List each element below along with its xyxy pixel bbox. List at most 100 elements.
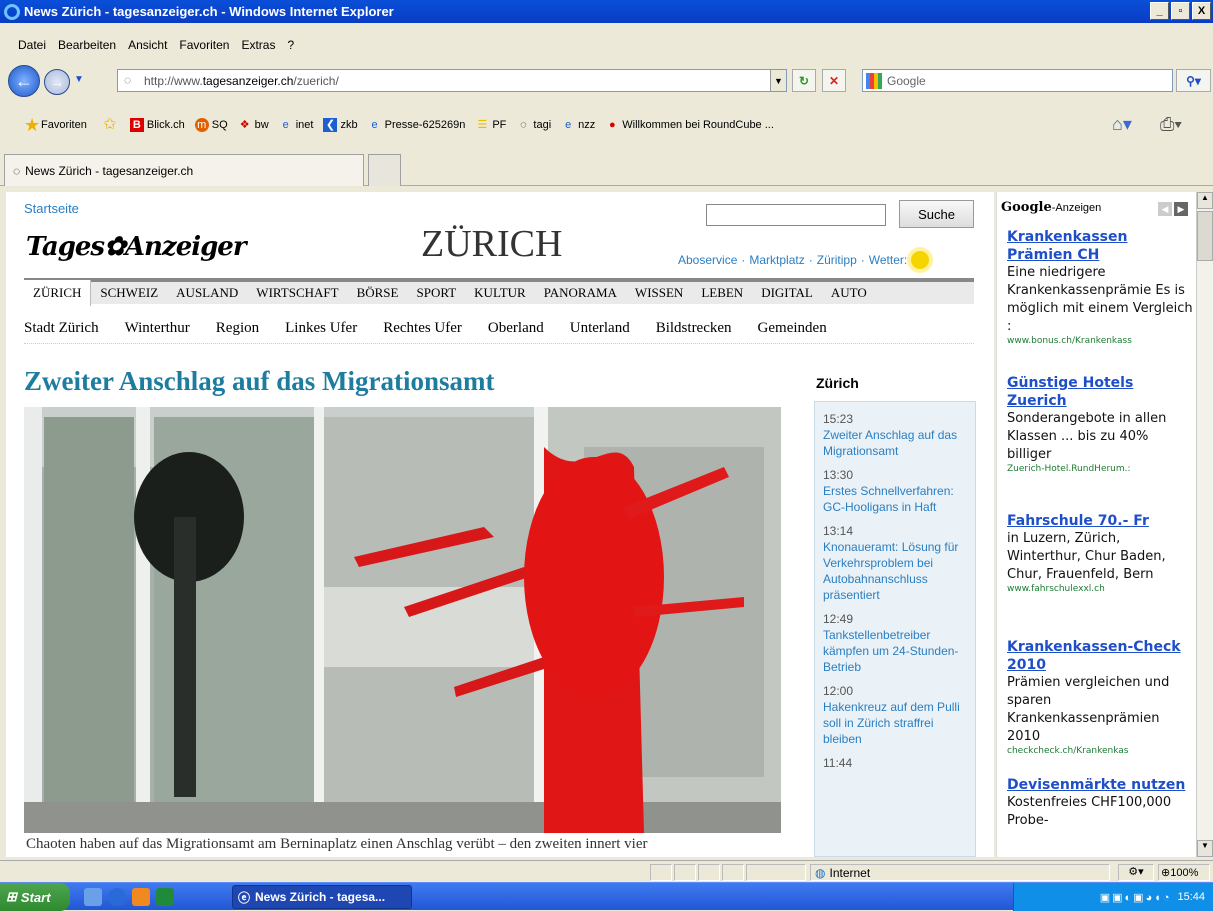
nav-schweiz[interactable]: SCHWEIZ xyxy=(91,285,167,301)
search-button[interactable]: ⚲▾ xyxy=(1176,69,1211,92)
address-input[interactable]: ◌ http://www. tagesanzeiger.ch/zuerich/ ▼ xyxy=(117,69,787,92)
protected-mode-icon[interactable]: ⚙▾ xyxy=(1118,864,1154,881)
favorites-button[interactable]: ★ Favoriten xyxy=(24,116,87,134)
ad-title[interactable]: Krankenkassen-Check 2010 xyxy=(1007,638,1193,674)
stop-button[interactable]: ✕ xyxy=(822,69,846,92)
nav-ausland[interactable]: AUSLAND xyxy=(167,285,247,301)
menu-datei[interactable]: Datei xyxy=(12,38,52,52)
menu-favoriten[interactable]: Favoriten xyxy=(173,38,235,52)
ticker-headline[interactable]: Tankstellenbetreiber kämpfen um 24-Stund… xyxy=(823,627,967,675)
nav-boerse[interactable]: BÖRSE xyxy=(348,285,408,301)
nav-zuerich[interactable]: ZÜRICH xyxy=(24,280,92,306)
ad-url[interactable]: www.bonus.ch/Krankenkass xyxy=(1007,336,1193,346)
subnav-region[interactable]: Region xyxy=(216,320,259,337)
fav-link-inet[interactable]: e inet xyxy=(279,118,314,132)
ticker-item[interactable]: 13:30 Erstes Schnellverfahren: GC-Hooliga… xyxy=(823,468,967,515)
search-input[interactable]: Google xyxy=(862,69,1173,92)
ad-item[interactable]: Devisenmärkte nutzen Kostenfreies CHF100… xyxy=(1007,776,1193,830)
back-button[interactable]: ← xyxy=(8,65,40,97)
marktplatz-link[interactable]: Marktplatz xyxy=(749,253,804,267)
wetter-link[interactable]: Wetter: xyxy=(869,253,907,267)
ad-item[interactable]: Krankenkassen Prämien CH Eine niedrigere… xyxy=(1007,228,1193,346)
fav-link-nzz[interactable]: e nzz xyxy=(561,118,595,132)
subnav-rechtes-ufer[interactable]: Rechtes Ufer xyxy=(383,320,462,337)
nav-wissen[interactable]: WISSEN xyxy=(626,285,692,301)
fav-link-roundcube[interactable]: ● Willkommen bei RoundCube ... xyxy=(605,118,774,132)
tages-anzeiger-logo[interactable]: Tages✿Anzeiger xyxy=(26,232,247,262)
menu-bearbeiten[interactable]: Bearbeiten xyxy=(52,38,122,52)
fav-link-bw[interactable]: ❖ bw xyxy=(238,118,269,132)
quicklaunch-ie-icon[interactable] xyxy=(108,888,126,906)
zueritipp-link[interactable]: Züritipp xyxy=(817,253,857,267)
ads-next-icon[interactable]: ▶ xyxy=(1174,202,1188,216)
suche-button[interactable]: Suche xyxy=(899,200,974,228)
ad-url[interactable]: checkcheck.ch/Krankenkas xyxy=(1007,746,1193,756)
home-icon[interactable]: ⌂▾ xyxy=(1112,114,1132,135)
nav-sport[interactable]: SPORT xyxy=(407,285,465,301)
security-zone[interactable]: ◍ Internet xyxy=(810,864,1110,881)
subnav-winterthur[interactable]: Winterthur xyxy=(125,320,190,337)
ad-item[interactable]: Fahrschule 70.- Fr in Luzern, Zürich, Wi… xyxy=(1007,512,1193,594)
fav-link-presse[interactable]: e Presse-625269n xyxy=(368,118,466,132)
ad-url[interactable]: www.fahrschulexxl.ch xyxy=(1007,584,1193,594)
subnav-oberland[interactable]: Oberland xyxy=(488,320,544,337)
ticker-headline[interactable]: Hakenkreuz auf dem Pulli soll in Zürich … xyxy=(823,699,967,747)
ad-title[interactable]: Günstige Hotels Zuerich xyxy=(1007,374,1193,410)
subnav-bildstrecken[interactable]: Bildstrecken xyxy=(656,320,732,337)
forward-button[interactable]: → xyxy=(44,69,70,95)
menu-extras[interactable]: Extras xyxy=(235,38,281,52)
nav-wirtschaft[interactable]: WIRTSCHAFT xyxy=(247,285,347,301)
ad-item[interactable]: Günstige Hotels Zuerich Sonderangebote i… xyxy=(1007,374,1193,474)
quicklaunch-desktop-icon[interactable] xyxy=(84,888,102,906)
ads-prev-icon[interactable]: ◀ xyxy=(1158,202,1172,216)
address-dropdown-button[interactable]: ▼ xyxy=(770,70,786,91)
ad-url[interactable]: Zuerich-Hotel.RundHerum.: xyxy=(1007,464,1193,474)
fav-link-sq[interactable]: m SQ xyxy=(194,118,228,132)
tab-news-zuerich[interactable]: ◌ News Zürich - tagesanzeiger.ch xyxy=(4,154,364,186)
fav-link-blick[interactable]: B Blick.ch xyxy=(129,118,185,132)
maximize-button[interactable]: ▫ xyxy=(1171,2,1190,20)
start-button[interactable]: ⊞ Start xyxy=(0,883,70,911)
nav-auto[interactable]: AUTO xyxy=(822,285,876,301)
quicklaunch-app-icon[interactable] xyxy=(132,888,150,906)
scroll-up-icon[interactable]: ▲ xyxy=(1197,192,1213,209)
subnav-stadt-zuerich[interactable]: Stadt Zürich xyxy=(24,320,99,337)
scroll-thumb[interactable] xyxy=(1197,211,1213,261)
fav-link-zkb[interactable]: ❮ zkb xyxy=(323,118,358,132)
vertical-scrollbar[interactable]: ▲ ▼ xyxy=(1196,192,1213,857)
startseite-link[interactable]: Startseite xyxy=(24,201,79,216)
ticker-item[interactable]: 13:14 Knonaueramt: Lösung für Verkehrspro… xyxy=(823,524,967,603)
menu-ansicht[interactable]: Ansicht xyxy=(122,38,173,52)
subnav-linkes-ufer[interactable]: Linkes Ufer xyxy=(285,320,357,337)
tray-icons[interactable]: ▣▣◐▣◕◖◔ xyxy=(1100,891,1172,904)
clock[interactable]: 15:44 xyxy=(1177,891,1205,903)
ad-title[interactable]: Fahrschule 70.- Fr xyxy=(1007,512,1193,530)
add-favorite-button[interactable]: ✩ xyxy=(103,117,120,133)
nav-leben[interactable]: LEBEN xyxy=(692,285,752,301)
ticker-headline[interactable]: Zweiter Anschlag auf das Migrationsamt xyxy=(823,427,967,459)
ticker-item[interactable]: 11:44 xyxy=(823,756,967,770)
ticker-headline[interactable]: Knonaueramt: Lösung für Verkehrsproblem … xyxy=(823,539,967,603)
print-icon[interactable]: ⎙▾ xyxy=(1160,114,1182,135)
quicklaunch-excel-icon[interactable] xyxy=(156,888,174,906)
fav-link-tagi[interactable]: ◌ tagi xyxy=(516,118,551,132)
history-dropdown-icon[interactable]: ▼ xyxy=(74,74,84,85)
menu-help[interactable]: ? xyxy=(281,38,300,52)
article-headline[interactable]: Zweiter Anschlag auf das Migrationsamt xyxy=(24,366,495,397)
new-tab-button[interactable] xyxy=(368,154,401,186)
window-titlebar[interactable]: News Zürich - tagesanzeiger.ch - Windows… xyxy=(0,0,1213,23)
nav-kultur[interactable]: KULTUR xyxy=(465,285,535,301)
subnav-unterland[interactable]: Unterland xyxy=(570,320,630,337)
ad-title[interactable]: Krankenkassen Prämien CH xyxy=(1007,228,1193,264)
subnav-gemeinden[interactable]: Gemeinden xyxy=(758,320,827,337)
ad-item[interactable]: Krankenkassen-Check 2010 Prämien verglei… xyxy=(1007,638,1193,756)
ad-title[interactable]: Devisenmärkte nutzen xyxy=(1007,776,1193,794)
close-button[interactable]: X xyxy=(1192,2,1211,20)
taskbar-ie-window[interactable]: ⓔ News Zürich - tagesa... xyxy=(232,885,412,909)
ticker-item[interactable]: 12:49 Tankstellenbetreiber kämpfen um 24-… xyxy=(823,612,967,675)
refresh-button[interactable]: ↻ xyxy=(792,69,816,92)
zoom-control[interactable]: ⊕ 100% xyxy=(1158,864,1210,881)
ticker-item[interactable]: 12:00 Hakenkreuz auf dem Pulli soll in Zü… xyxy=(823,684,967,747)
scroll-down-icon[interactable]: ▼ xyxy=(1197,840,1213,857)
ticker-headline[interactable]: Erstes Schnellverfahren: GC-Hooligans in… xyxy=(823,483,967,515)
